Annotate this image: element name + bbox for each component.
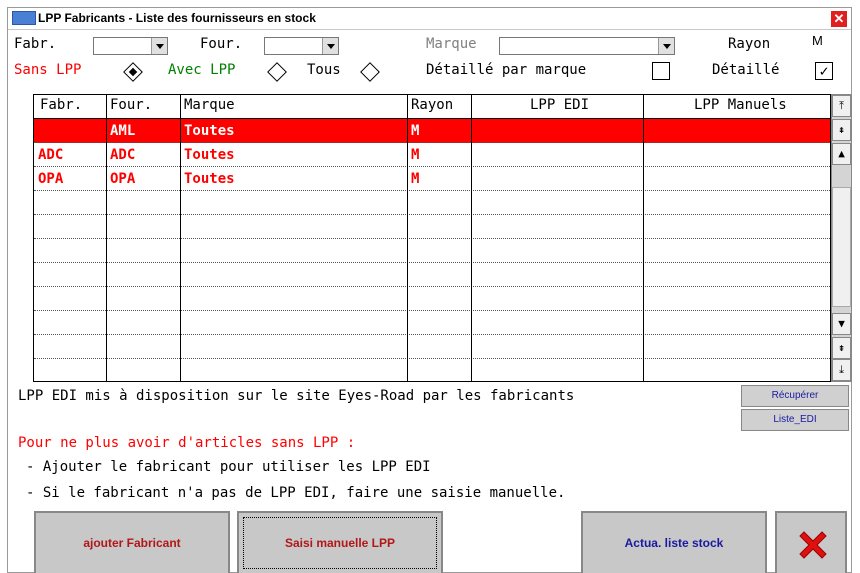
edi-info-text: LPP EDI mis à disposition sur le site Ey… (18, 388, 575, 404)
table-row-empty[interactable] (34, 263, 830, 287)
rayon-label: Rayon (728, 36, 771, 52)
chevron-down-icon[interactable] (322, 38, 338, 54)
cell-four: AML (110, 123, 136, 139)
table-row-empty[interactable] (34, 287, 830, 311)
grid-scrollbar[interactable]: ⤒ ⇞ ▲ ▼ ⇟ ⤓ (831, 94, 852, 382)
detaille-marque-checkbox[interactable] (652, 62, 670, 80)
avec-lpp-label: Avec LPP (168, 62, 236, 78)
tous-radio[interactable] (360, 62, 380, 82)
recuperer-button[interactable]: Récupérer (741, 385, 849, 407)
table-row[interactable]: OPA OPA Toutes M (34, 167, 830, 191)
table-row-empty[interactable] (34, 239, 830, 263)
ajouter-fabricant-button[interactable]: ajouter Fabricant (34, 511, 230, 573)
avec-lpp-radio[interactable] (267, 62, 287, 82)
detaille-label: Détaillé (712, 62, 780, 78)
cell-marque: Toutes (184, 123, 235, 139)
hint-line-1: - Ajouter le fabricant pour utiliser les… (26, 459, 431, 475)
cell-marque: Toutes (184, 171, 235, 187)
sans-lpp-label: Sans LPP (14, 62, 82, 78)
scroll-page-up-icon[interactable]: ⇞ (832, 119, 851, 141)
col-header-lpp-edi[interactable]: LPP EDI (530, 97, 589, 113)
cell-marque: Toutes (184, 147, 235, 163)
marque-select[interactable] (499, 37, 675, 55)
table-row-empty[interactable] (34, 191, 830, 215)
actua-liste-stock-button[interactable]: Actua. liste stock (581, 511, 767, 573)
column-divider (471, 95, 472, 381)
grid-header: Fabr. Four. Marque Rayon LPP EDI LPP Man… (34, 95, 830, 119)
hint-line-2: - Si le fabricant n'a pas de LPP EDI, fa… (26, 485, 566, 501)
chevron-down-icon[interactable] (658, 38, 674, 54)
tous-label: Tous (307, 62, 341, 78)
cell-rayon: M (411, 147, 420, 163)
col-header-rayon[interactable]: Rayon (411, 97, 453, 113)
warning-text: Pour ne plus avoir d'articles sans LPP : (18, 435, 356, 451)
cell-rayon: M (411, 171, 420, 187)
cell-rayon: M (411, 123, 420, 139)
table-row[interactable]: AML Toutes M (34, 119, 830, 143)
scroll-thumb[interactable] (832, 187, 851, 307)
four-label: Four. (200, 36, 243, 52)
supplier-grid[interactable]: Fabr. Four. Marque Rayon LPP EDI LPP Man… (33, 94, 831, 382)
title-bar: LPP Fabricants - Liste des fournisseurs … (8, 8, 851, 30)
table-row-empty[interactable] (34, 311, 830, 335)
col-header-fabr[interactable]: Fabr. (40, 97, 82, 113)
col-header-marque[interactable]: Marque (184, 97, 235, 113)
detaille-marque-label: Détaillé par marque (426, 62, 587, 78)
liste-edi-button[interactable]: Liste_EDI (741, 409, 849, 431)
scroll-up-icon[interactable]: ▲ (832, 143, 851, 165)
sans-lpp-radio[interactable] (123, 62, 143, 82)
marque-label: Marque (426, 36, 477, 52)
cancel-button[interactable] (775, 511, 847, 573)
app-icon (12, 11, 36, 25)
window-title: LPP Fabricants - Liste des fournisseurs … (38, 11, 316, 25)
column-divider (407, 95, 408, 381)
table-row[interactable]: ADC ADC Toutes M (34, 143, 830, 167)
cell-fabr: OPA (38, 171, 64, 187)
col-header-four[interactable]: Four. (110, 97, 152, 113)
cell-four: OPA (110, 171, 136, 187)
detaille-checkbox[interactable]: ✓ (815, 62, 833, 80)
fabr-label: Fabr. (14, 36, 57, 52)
scroll-down-icon[interactable]: ▼ (832, 313, 851, 335)
table-row-empty[interactable] (34, 335, 830, 359)
scroll-bottom-icon[interactable]: ⤓ (832, 359, 851, 381)
table-row-empty[interactable] (34, 215, 830, 239)
col-header-lpp-manuels[interactable]: LPP Manuels (694, 97, 787, 113)
close-icon[interactable]: ✕ (831, 11, 847, 27)
scroll-page-down-icon[interactable]: ⇟ (832, 337, 851, 359)
rayon-value[interactable]: M (812, 33, 823, 48)
cell-fabr: ADC (38, 147, 64, 163)
four-select[interactable] (264, 37, 339, 55)
column-divider (106, 95, 107, 381)
saisie-manuelle-button[interactable]: Saisi manuelle LPP (237, 511, 443, 573)
scroll-top-icon[interactable]: ⤒ (832, 95, 851, 117)
column-divider (180, 95, 181, 381)
cell-four: ADC (110, 147, 136, 163)
fabr-select[interactable] (93, 37, 168, 55)
chevron-down-icon[interactable] (151, 38, 167, 54)
close-icon (799, 531, 827, 559)
main-window: LPP Fabricants - Liste des fournisseurs … (7, 7, 852, 573)
table-row-empty[interactable] (34, 359, 830, 381)
column-divider (643, 95, 644, 381)
